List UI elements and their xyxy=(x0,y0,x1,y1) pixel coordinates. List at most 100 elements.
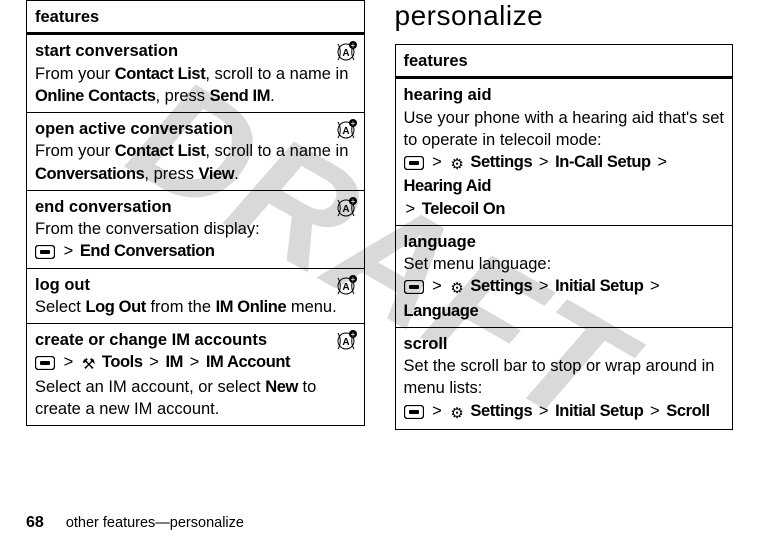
path-item: Hearing Aid xyxy=(404,177,492,195)
gt: > xyxy=(432,153,442,171)
svg-text:A: A xyxy=(342,126,349,137)
gt: > xyxy=(539,277,549,295)
features-table-right: features hearing aid Use your phone with… xyxy=(395,44,734,430)
t: IM Online xyxy=(216,298,287,316)
gt: > xyxy=(406,200,416,218)
path-item: Initial Setup xyxy=(555,402,643,420)
menu-key-icon xyxy=(404,156,424,170)
left-column: features A+ start conversation From your… xyxy=(26,0,365,430)
tools-icon: ⚒ xyxy=(82,355,95,375)
gt: > xyxy=(657,153,667,171)
gt: > xyxy=(650,402,660,420)
gt: > xyxy=(64,242,74,260)
gt: > xyxy=(190,353,200,371)
svg-text:+: + xyxy=(350,275,355,284)
t: from the xyxy=(146,298,216,316)
t: Select an IM account, or select xyxy=(35,378,265,396)
path-item: Scroll xyxy=(666,402,709,420)
row-open-active: A+ open active conversation From your Co… xyxy=(27,113,365,191)
t: Online Contacts xyxy=(35,87,156,105)
network-icon: A+ xyxy=(334,196,358,226)
row-body: Use your phone with a hearing aid that's… xyxy=(404,109,725,149)
menu-key-icon xyxy=(35,356,55,370)
t: View xyxy=(199,165,235,183)
row-create-im: A+ create or change IM accounts > ⚒ Tool… xyxy=(27,324,365,426)
path-item: IM xyxy=(165,353,183,371)
page-content: features A+ start conversation From your… xyxy=(0,0,759,430)
path-item: Settings xyxy=(470,277,532,295)
t: Conversations xyxy=(35,165,144,183)
svg-text:+: + xyxy=(350,119,355,128)
path-item: Language xyxy=(404,302,479,320)
row-title: log out xyxy=(35,276,90,294)
t: Contact List xyxy=(115,142,206,160)
page-footer: 68 other features—personalize xyxy=(26,514,244,532)
row-body: From the conversation display: xyxy=(35,220,260,238)
t: , press xyxy=(144,165,198,183)
network-icon: A+ xyxy=(334,118,358,148)
row-body: Set menu language: xyxy=(404,255,552,273)
row-title: hearing aid xyxy=(404,86,492,104)
t: . xyxy=(234,165,239,183)
path-item: In-Call Setup xyxy=(555,153,651,171)
menu-key-icon xyxy=(404,280,424,294)
gt: > xyxy=(432,277,442,295)
row-title: create or change IM accounts xyxy=(35,331,267,349)
svg-text:+: + xyxy=(350,197,355,206)
t: , scroll to a name in xyxy=(205,142,348,160)
row-log-out: A+ log out Select Log Out from the IM On… xyxy=(27,268,365,324)
path-item: Tools xyxy=(102,353,143,371)
t: menu. xyxy=(286,298,336,316)
row-start-conversation: A+ start conversation From your Contact … xyxy=(27,34,365,113)
svg-text:+: + xyxy=(350,41,355,50)
menu-key-icon xyxy=(404,405,424,419)
svg-text:A: A xyxy=(342,282,349,293)
gt: > xyxy=(539,402,549,420)
t: Send IM xyxy=(210,87,270,105)
t: Contact List xyxy=(115,65,206,83)
t: From your xyxy=(35,65,115,83)
menu-key-icon xyxy=(35,245,55,259)
svg-text:A: A xyxy=(342,48,349,59)
row-title: start conversation xyxy=(35,42,178,60)
page-number: 68 xyxy=(26,514,44,531)
gt: > xyxy=(650,277,660,295)
row-title: language xyxy=(404,233,476,251)
features-table-left: features A+ start conversation From your… xyxy=(26,0,365,426)
t: Select xyxy=(35,298,85,316)
settings-icon: ⚙ xyxy=(450,404,463,424)
footer-text: other features—personalize xyxy=(66,515,244,531)
row-title: open active conversation xyxy=(35,120,233,138)
t: , scroll to a name in xyxy=(205,65,348,83)
t: Log Out xyxy=(85,298,145,316)
settings-icon: ⚙ xyxy=(450,155,463,175)
row-end-conversation: A+ end conversation From the conversatio… xyxy=(27,190,365,268)
path-item: IM Account xyxy=(206,353,290,371)
t: New xyxy=(265,378,298,396)
right-column: personalize features hearing aid Use you… xyxy=(395,0,734,430)
gt: > xyxy=(64,353,74,371)
row-title: scroll xyxy=(404,335,448,353)
path-item: Settings xyxy=(470,402,532,420)
row-body: Set the scroll bar to stop or wrap aroun… xyxy=(404,357,715,397)
row-title: end conversation xyxy=(35,198,172,216)
gt: > xyxy=(149,353,159,371)
svg-text:+: + xyxy=(350,330,355,339)
gt: > xyxy=(539,153,549,171)
network-icon: A+ xyxy=(334,329,358,359)
row-scroll: scroll Set the scroll bar to stop or wra… xyxy=(395,327,733,429)
network-icon: A+ xyxy=(334,274,358,304)
path-item: Telecoil On xyxy=(422,200,505,218)
row-language: language Set menu language: > ⚙ Settings… xyxy=(395,225,733,327)
table-header: features xyxy=(27,1,365,34)
row-hearing-aid: hearing aid Use your phone with a hearin… xyxy=(395,78,733,226)
path-item: End Conversation xyxy=(80,242,215,260)
t: From your xyxy=(35,142,115,160)
network-icon: A+ xyxy=(334,40,358,70)
gt: > xyxy=(432,402,442,420)
path-item: Settings xyxy=(470,153,532,171)
path-item: Initial Setup xyxy=(555,277,643,295)
t: . xyxy=(270,87,275,105)
t: , press xyxy=(156,87,210,105)
settings-icon: ⚙ xyxy=(450,279,463,299)
